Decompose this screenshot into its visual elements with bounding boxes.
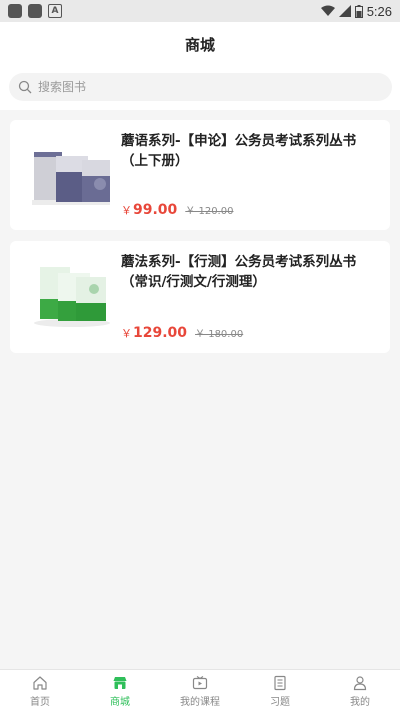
tab-profile[interactable]: 我的 bbox=[320, 670, 400, 712]
book-card[interactable]: 蘑语系列-【申论】公务员考试系列丛书（上下册） ￥ 99.00 ￥ 120.00 bbox=[10, 120, 390, 230]
notification-app-icon bbox=[8, 4, 22, 18]
tab-label: 我的 bbox=[350, 696, 370, 708]
book-title: 蘑法系列-【行测】公务员考试系列丛书（常识/行测文/行测理） bbox=[121, 254, 357, 290]
status-bar: A 5:26 bbox=[0, 0, 400, 22]
tab-home[interactable]: 首页 bbox=[0, 670, 80, 712]
original-price: ￥ 180.00 bbox=[195, 329, 244, 340]
page-title: 商城 bbox=[184, 35, 215, 54]
original-price: ￥ 120.00 bbox=[185, 206, 234, 217]
tab-label: 首页 bbox=[30, 696, 50, 708]
tab-my-courses[interactable]: 我的课程 bbox=[160, 670, 240, 712]
cell-signal-icon bbox=[338, 5, 351, 17]
search-bar[interactable] bbox=[9, 73, 392, 101]
tab-shop[interactable]: 商城 bbox=[80, 670, 160, 712]
book-title: 蘑语系列-【申论】公务员考试系列丛书（上下册） bbox=[121, 133, 357, 169]
book-cover-image bbox=[34, 267, 110, 327]
price-row: ￥ 129.00 ￥ 180.00 bbox=[121, 325, 243, 341]
search-input[interactable] bbox=[36, 79, 380, 95]
search-section bbox=[0, 66, 400, 110]
notification-icons: A bbox=[0, 4, 62, 18]
home-icon bbox=[33, 675, 47, 690]
search-icon bbox=[18, 80, 32, 94]
book-card[interactable]: 蘑法系列-【行测】公务员考试系列丛书（常识/行测文/行测理） ￥ 129.00 … bbox=[10, 241, 390, 353]
exercise-list-icon bbox=[274, 675, 286, 690]
currency-symbol: ￥ bbox=[121, 204, 132, 217]
wifi-icon bbox=[320, 5, 335, 16]
shop-icon bbox=[113, 676, 127, 689]
page-header: 商城 bbox=[0, 22, 400, 67]
status-time: 5:26 bbox=[366, 3, 392, 19]
book-price: 129.00 bbox=[133, 325, 188, 341]
tab-label: 商城 bbox=[110, 696, 130, 708]
course-video-icon bbox=[192, 675, 208, 689]
bottom-tab-bar: 首页 商城 我的课程 习题 我的 bbox=[0, 669, 400, 712]
tab-label: 习题 bbox=[270, 696, 290, 708]
notification-app-icon bbox=[28, 4, 42, 18]
tab-exercises[interactable]: 习题 bbox=[240, 670, 320, 712]
book-cover-image bbox=[32, 152, 110, 205]
notification-a-icon: A bbox=[48, 4, 62, 18]
book-price: 99.00 bbox=[133, 202, 178, 218]
battery-icon bbox=[354, 4, 363, 18]
tab-label: 我的课程 bbox=[180, 696, 220, 708]
currency-symbol: ￥ bbox=[121, 327, 132, 340]
profile-icon bbox=[353, 675, 367, 690]
price-row: ￥ 99.00 ￥ 120.00 bbox=[121, 202, 233, 218]
